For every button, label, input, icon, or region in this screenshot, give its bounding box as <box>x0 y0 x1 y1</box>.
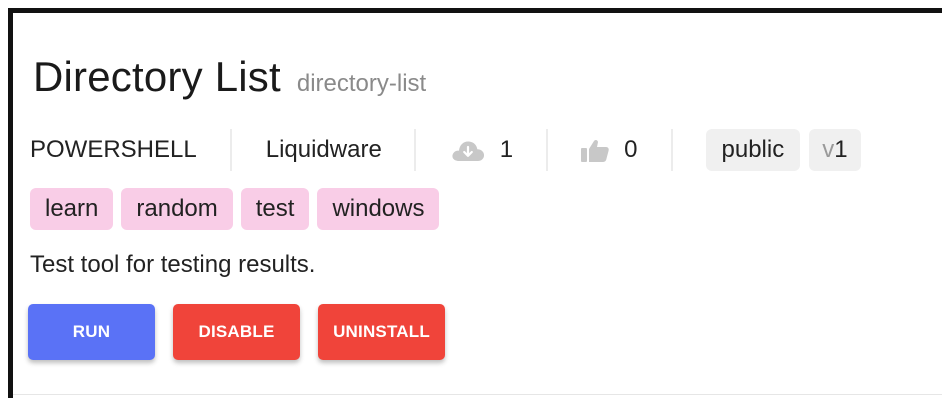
tag-test[interactable]: test <box>240 188 310 230</box>
likes-count: 0 <box>624 136 638 163</box>
screenshot-frame: Directory List directory-list POWERSHELL… <box>0 0 942 398</box>
version-number: 1 <box>834 136 848 163</box>
tool-title: Directory List <box>33 53 281 100</box>
tool-description: Test tool for testing results. <box>30 251 316 278</box>
likes-stat[interactable]: 0 <box>548 136 670 164</box>
version-prefix: v <box>822 136 835 163</box>
tag-list: learn random test windows <box>30 188 440 230</box>
tag-windows[interactable]: windows <box>317 188 440 230</box>
uninstall-button[interactable]: UNINSTALL <box>318 304 445 360</box>
tag-random[interactable]: random <box>121 188 233 230</box>
visibility-badge: public <box>705 129 801 171</box>
thumbs-up-icon[interactable] <box>580 137 610 163</box>
tool-type: POWERSHELL <box>30 136 197 163</box>
meta-divider <box>670 129 673 171</box>
downloads-count: 1 <box>499 136 514 163</box>
action-buttons: RUN DISABLE UNINSTALL <box>28 304 445 360</box>
run-button[interactable]: RUN <box>28 304 155 360</box>
tag-learn[interactable]: learn <box>30 188 114 230</box>
disable-button[interactable]: DISABLE <box>173 304 300 360</box>
version-badge: v1 <box>809 129 861 171</box>
tool-card: Directory List directory-list POWERSHELL… <box>13 13 942 394</box>
tool-meta-row: POWERSHELL Liquidware 1 0 public v 1 <box>30 128 861 172</box>
cloud-download-icon <box>450 137 486 163</box>
tool-slug: directory-list <box>296 70 427 97</box>
tool-header: Directory List directory-list <box>33 53 426 101</box>
tool-vendor: Liquidware <box>265 136 382 163</box>
downloads-stat: 1 <box>416 136 546 164</box>
card-bottom-divider <box>13 394 942 395</box>
